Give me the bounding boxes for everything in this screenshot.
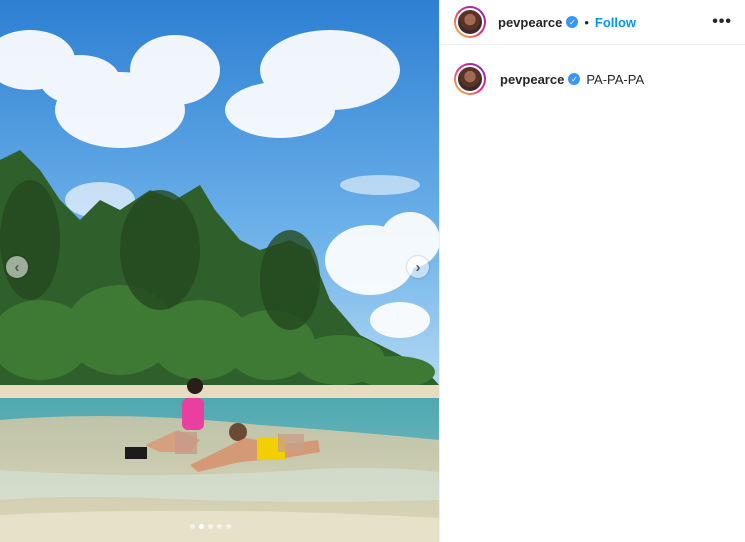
post-sidebar: pevpearce ✓ • Follow ••• pevpearce ✓ PA-…	[439, 0, 745, 542]
carousel-dot	[208, 524, 213, 529]
avatar-image	[456, 8, 484, 36]
verified-badge-icon: ✓	[568, 73, 581, 85]
beach-image	[0, 0, 439, 542]
carousel-indicator	[190, 524, 231, 529]
carousel-prev-button[interactable]: ‹	[6, 256, 28, 278]
more-options-icon[interactable]: •••	[712, 13, 732, 31]
post-photo[interactable]: ‹ ›	[0, 0, 439, 542]
verified-badge-icon: ✓	[566, 16, 579, 28]
chevron-left-icon: ‹	[14, 258, 20, 276]
carousel-dot	[190, 524, 195, 529]
username-link[interactable]: pevpearce	[498, 15, 562, 30]
caption-avatar[interactable]	[454, 63, 486, 95]
post-header: pevpearce ✓ • Follow •••	[440, 0, 745, 45]
carousel-dot	[226, 524, 231, 529]
caption-row: pevpearce ✓ PA-PA-PA	[440, 45, 745, 95]
caption-text: PA-PA-PA	[586, 71, 645, 87]
carousel-dot	[217, 524, 222, 529]
separator-dot: •	[584, 14, 589, 30]
carousel-dot-active	[199, 524, 204, 529]
caption-username[interactable]: pevpearce	[500, 72, 564, 87]
follow-button[interactable]: Follow	[595, 15, 636, 30]
carousel-next-button[interactable]: ›	[407, 256, 429, 278]
avatar-image	[456, 65, 484, 93]
chevron-right-icon: ›	[415, 258, 421, 276]
instagram-post: ‹ › pevpearce ✓ • Follow ••• pevpearce ✓…	[0, 0, 745, 542]
avatar[interactable]	[454, 6, 486, 38]
